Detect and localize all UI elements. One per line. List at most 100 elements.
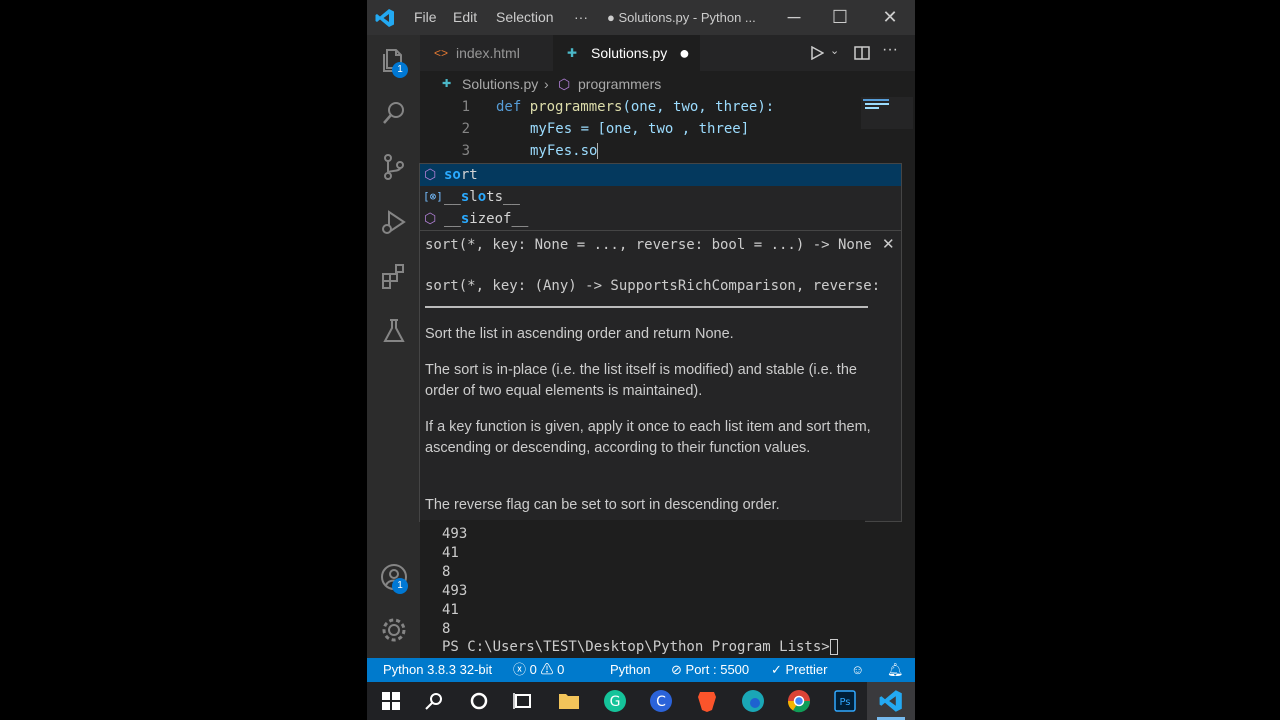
suggest-item-sort[interactable]: ⬡ sort xyxy=(420,164,901,186)
params: (one, two, three): xyxy=(622,99,775,115)
tab-index-html[interactable]: <> index.html xyxy=(420,35,550,71)
task-view-icon[interactable] xyxy=(511,689,535,713)
port-text: Port : 5500 xyxy=(685,662,750,677)
doc-paragraph: Sort the list in ascending order and ret… xyxy=(425,326,734,342)
code-line-2: myFes = [one, two , three] xyxy=(530,121,749,137)
doc-paragraph: If a key function is given, apply it onc… xyxy=(425,419,871,456)
testing-icon[interactable] xyxy=(379,316,409,346)
breadcrumb-symbol[interactable]: programmers xyxy=(578,71,661,97)
run-debug-icon[interactable] xyxy=(379,207,409,237)
function-name: programmers xyxy=(529,99,623,115)
chevron-down-icon[interactable]: ⌄ xyxy=(830,44,839,57)
menu-edit[interactable]: Edit xyxy=(453,9,477,25)
tab-solutions-py[interactable]: ✚ Solutions.py ● xyxy=(553,35,700,71)
field-icon: [⊗] xyxy=(423,190,443,203)
chevron-right-icon: › xyxy=(544,76,549,92)
problems-indicator[interactable]: ⓧ 0 ⚠ 0 xyxy=(513,658,564,682)
grammarly-icon[interactable]: G xyxy=(603,689,627,713)
breadcrumb-file[interactable]: Solutions.py xyxy=(462,71,538,97)
code-editor[interactable]: 1 2 3 def programmers(one, two, three): … xyxy=(420,97,915,163)
keyword: def xyxy=(496,99,522,115)
minimap-line xyxy=(865,103,889,105)
line-number: 2 xyxy=(461,121,470,137)
item-text: __ xyxy=(444,211,461,227)
split-editor-icon[interactable] xyxy=(854,46,870,60)
live-server-port[interactable]: ⊘ Port : 5500 xyxy=(671,658,749,682)
vscode-icon xyxy=(879,690,902,712)
windows-taskbar: G C Ps xyxy=(367,682,915,720)
tab-label: index.html xyxy=(456,45,520,61)
edge-browser-icon[interactable] xyxy=(741,689,765,713)
terminal-cursor xyxy=(829,639,838,655)
minimize-icon[interactable]: ─ xyxy=(779,4,809,30)
hover-documentation: sort(*, key: None = ..., reverse: bool =… xyxy=(419,230,902,522)
extensions-icon[interactable] xyxy=(379,261,409,291)
method-icon: ⬡ xyxy=(424,167,437,183)
run-icon[interactable] xyxy=(810,46,824,60)
gear-icon[interactable] xyxy=(379,615,409,645)
line-number: 1 xyxy=(461,99,470,115)
search-icon[interactable] xyxy=(422,689,446,713)
match-text: o xyxy=(477,189,487,205)
python-file-icon: ✚ xyxy=(442,78,452,90)
match-text: so xyxy=(444,167,461,183)
doc-paragraph: The reverse flag can be set to sort in d… xyxy=(425,497,780,513)
code-line-3: myFes.so xyxy=(530,143,599,159)
error-icon: ⓧ xyxy=(513,662,527,677)
text-cursor xyxy=(597,143,599,159)
cortana-icon[interactable] xyxy=(467,689,491,713)
app-c-icon[interactable]: C xyxy=(649,689,673,713)
language-mode[interactable]: Python xyxy=(610,658,650,682)
menu-selection[interactable]: Selection xyxy=(496,9,554,25)
activity-bar: 1 1 xyxy=(367,35,420,658)
python-interpreter[interactable]: Python 3.8.3 32-bit xyxy=(383,658,492,682)
item-text: rt xyxy=(460,167,478,183)
suggest-item-slots[interactable]: [⊗] __slots__ xyxy=(420,186,901,208)
svg-text:C: C xyxy=(656,694,666,710)
prompt-text: PS C:\Users\TEST\Desktop\Python Program … xyxy=(442,639,830,655)
menu-more[interactable]: ··· xyxy=(574,9,588,25)
close-icon[interactable]: ✕ xyxy=(875,4,905,30)
maximize-icon[interactable]: ☐ xyxy=(825,4,855,30)
method-icon: ⬡ xyxy=(424,211,437,227)
bell-icon[interactable]: 🔔︎ xyxy=(887,658,904,682)
vscode-logo-icon xyxy=(375,9,394,27)
search-icon[interactable] xyxy=(379,98,409,128)
line-number: 3 xyxy=(461,143,470,159)
terminal-line: 493 xyxy=(442,526,468,542)
item-text: l xyxy=(469,189,478,205)
horizontal-scrollbar[interactable] xyxy=(425,306,868,308)
source-control-icon[interactable] xyxy=(379,152,409,182)
windows-start-icon[interactable] xyxy=(379,689,403,713)
terminal-line: 8 xyxy=(442,621,451,637)
vscode-window: File Edit Selection ··· ● Solutions.py -… xyxy=(367,0,915,720)
python-file-icon: ✚ xyxy=(567,46,578,60)
svg-text:Ps: Ps xyxy=(839,697,850,708)
brave-browser-icon[interactable] xyxy=(695,689,719,713)
check-icon: ✓ xyxy=(771,662,782,677)
prettier-status[interactable]: ✓ Prettier xyxy=(771,658,827,682)
unsaved-dot-icon[interactable]: ● xyxy=(679,35,690,71)
window-title: ● Solutions.py - Python ... xyxy=(607,10,756,25)
explorer-badge: 1 xyxy=(392,62,408,78)
menu-file[interactable]: File xyxy=(414,9,437,25)
feedback-icon[interactable]: ☺ xyxy=(851,658,864,682)
photoshop-icon[interactable]: Ps xyxy=(833,689,857,713)
doc-paragraph: The sort is in-place (i.e. the list itse… xyxy=(425,362,857,399)
symbol-method-icon: ⬡ xyxy=(558,76,571,92)
item-text: __ xyxy=(444,189,461,205)
close-icon[interactable]: ✕ xyxy=(882,235,895,253)
more-actions-icon[interactable]: ··· xyxy=(882,41,898,59)
svg-text:G: G xyxy=(610,694,621,710)
prettier-text: Prettier xyxy=(785,662,828,677)
suggest-item-sizeof[interactable]: ⬡ __sizeof__ xyxy=(420,208,901,230)
chrome-browser-icon[interactable] xyxy=(787,689,811,713)
terminal-line: 41 xyxy=(442,602,459,618)
minimap[interactable] xyxy=(861,97,913,129)
status-bar: Python 3.8.3 32-bit ⓧ 0 ⚠ 0 Python ⊘ Por… xyxy=(367,658,915,682)
file-explorer-icon[interactable] xyxy=(557,689,581,713)
title-bar: File Edit Selection ··· ● Solutions.py -… xyxy=(367,0,915,35)
suggest-widget: ⬡ sort [⊗] __slots__ ⬡ __sizeof__ xyxy=(419,163,902,231)
vscode-taskbar-button[interactable] xyxy=(867,682,915,720)
terminal-panel[interactable]: 493 41 8 493 41 8 PS C:\Users\TEST\Deskt… xyxy=(420,520,865,658)
